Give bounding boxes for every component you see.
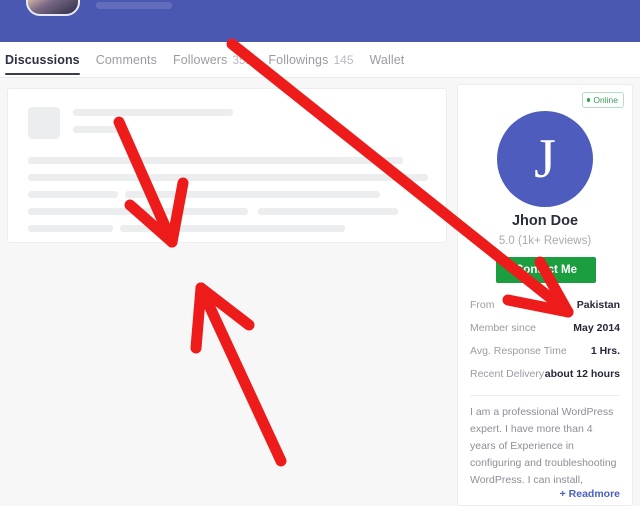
tab-discussions[interactable]: Discussions (5, 42, 80, 78)
tab-comments-label: Comments (95, 53, 157, 67)
tab-followers[interactable]: Followers 352 (173, 42, 252, 78)
detail-label: Recent Delivery (470, 367, 545, 380)
skeleton-body-line (28, 191, 118, 198)
banner-subtitle-placeholder (96, 2, 172, 9)
detail-row-recent-delivery: Recent Delivery about 12 hours (470, 362, 620, 385)
tab-followings[interactable]: Followings 145 (268, 42, 353, 78)
feed-skeleton-card (7, 88, 447, 243)
profile-bio: I am a professional WordPress expert. I … (470, 406, 617, 486)
skeleton-body-line (28, 157, 403, 164)
tab-wallet-label: Wallet (369, 53, 405, 67)
profile-banner (0, 0, 640, 42)
detail-value: about 12 hours (544, 367, 620, 380)
tab-wallet[interactable]: Wallet (370, 42, 405, 78)
detail-label: Avg. Response Time (470, 344, 567, 357)
contact-me-button[interactable]: Contact Me (496, 257, 596, 283)
tab-followers-label: Followers (172, 53, 228, 67)
profile-tab-bar: Discussions Comments Followers 352 Follo… (0, 42, 640, 78)
profile-details-list: From Pakistan Member since May 2014 Avg.… (470, 293, 620, 385)
tab-followers-count: 352 (232, 53, 253, 67)
status-badge-label: Online (593, 95, 618, 105)
detail-label: From (470, 298, 495, 311)
status-badge[interactable]: Online (581, 92, 624, 108)
detail-value: 1 Hrs. (590, 344, 620, 357)
detail-label: Member since (470, 321, 536, 334)
skeleton-body-line (258, 208, 398, 215)
divider (470, 395, 620, 396)
profile-page: Discussions Comments Followers 352 Follo… (0, 0, 640, 506)
detail-row-member-since: Member since May 2014 (470, 316, 620, 339)
profile-rating: 5.0 (1k+ Reviews) (498, 235, 592, 247)
skeleton-body-line (28, 225, 113, 232)
detail-value: Pakistan (576, 298, 620, 311)
avatar-initial: J (534, 128, 556, 190)
tab-followings-label: Followings (268, 53, 329, 67)
detail-row-response-time: Avg. Response Time 1 Hrs. (470, 339, 620, 362)
skeleton-title-line (73, 109, 233, 116)
skeleton-body-line (28, 174, 428, 181)
profile-sidebar-card: Online J Jhon Doe 5.0 (1k+ Reviews) Cont… (457, 84, 633, 506)
online-dot-icon (586, 98, 591, 102)
skeleton-body-line (28, 208, 248, 215)
skeleton-body-line (125, 191, 380, 198)
skeleton-subtitle-line (73, 126, 126, 133)
tab-list: Discussions Comments Followers 352 Follo… (5, 42, 404, 78)
tab-followings-count: 145 (333, 53, 354, 67)
detail-row-from: From Pakistan (470, 293, 620, 316)
skeleton-avatar (28, 107, 60, 139)
page-title: Jhon Doe (511, 213, 579, 229)
arrow-to-feed-area (190, 282, 287, 467)
avatar[interactable]: J (497, 111, 593, 207)
tab-comments[interactable]: Comments (96, 42, 157, 78)
detail-value: May 2014 (573, 321, 620, 334)
user-photo-avatar[interactable] (26, 0, 80, 16)
tab-discussions-label: Discussions (5, 53, 80, 67)
readmore-link[interactable]: + Readmore (560, 488, 620, 500)
skeleton-body-line (120, 225, 345, 232)
